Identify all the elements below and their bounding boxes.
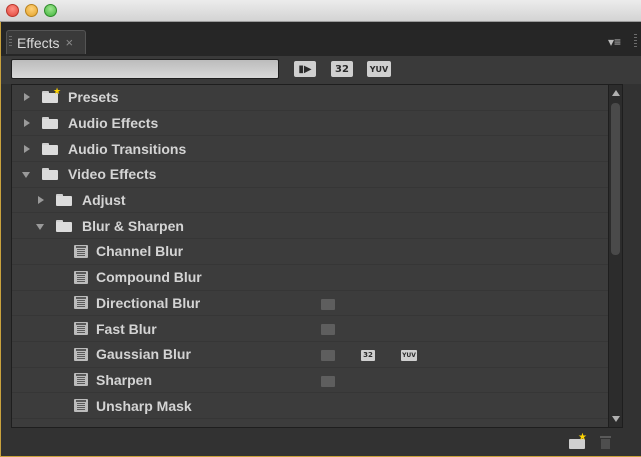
32bit-filter-button[interactable]: 32 (331, 61, 353, 77)
effect-label: Channel Blur (96, 243, 184, 260)
tree-item-blur-sharpen[interactable]: Blur & Sharpen (12, 213, 622, 240)
tree-item-label: Adjust (82, 192, 126, 209)
close-window-button[interactable] (6, 4, 19, 17)
scroll-down-icon[interactable] (612, 416, 620, 422)
tab-grip-icon[interactable] (9, 36, 12, 48)
scroll-up-icon[interactable] (612, 90, 620, 96)
trash-icon[interactable] (600, 436, 611, 449)
effect-label: Unsharp Mask (96, 397, 192, 414)
accelerated-indicator-icon (321, 298, 335, 310)
new-custom-bin-icon[interactable]: ★ (569, 432, 587, 449)
effect-icon (74, 347, 88, 361)
tab-close-icon[interactable]: × (66, 35, 74, 50)
effect-label: Directional Blur (96, 294, 201, 311)
scroll-thumb[interactable] (611, 103, 620, 255)
effect-item-fast-blur[interactable]: Fast Blur (12, 316, 622, 342)
expand-arrow-icon[interactable] (22, 92, 32, 102)
effect-label: Compound Blur (96, 269, 202, 286)
effect-label: Sharpen (96, 371, 153, 388)
accelerated-effects-filter-button[interactable]: ▮▶ (294, 61, 316, 77)
search-input[interactable] (11, 59, 279, 79)
tree-item-label: Video Effects (68, 166, 157, 183)
effect-icon (74, 322, 88, 336)
tab-label: Effects (17, 34, 60, 51)
panel-grip-icon[interactable] (634, 34, 637, 48)
effect-item-sharpen[interactable]: Sharpen (12, 368, 622, 394)
tree-item-audio-transitions[interactable]: Audio Transitions (12, 136, 622, 163)
effect-item-gaussian-blur[interactable]: Gaussian Blur 32 YUV (12, 342, 622, 368)
tab-effects[interactable]: Effects × (6, 30, 86, 54)
effect-item-directional-blur[interactable]: Directional Blur (12, 291, 622, 317)
effect-icon (74, 373, 88, 387)
accelerated-indicator-icon (321, 324, 335, 336)
tree-item-adjust[interactable]: Adjust (12, 188, 622, 214)
effect-icon (74, 244, 88, 258)
tree-item-label: Blur & Sharpen (82, 217, 184, 234)
panel-frame-left (0, 22, 1, 457)
effects-panel: Effects × ▾≡ ▮▶ 32 YUV ★ Presets Audio E… (0, 22, 641, 457)
presets-folder-icon: ★ (42, 87, 61, 104)
effect-icon (74, 296, 88, 310)
folder-icon (56, 194, 72, 207)
effect-item-compound-blur[interactable]: Compound Blur (12, 265, 622, 291)
yuv-indicator-icon: YUV (401, 349, 417, 361)
tree-item-presets[interactable]: ★ Presets (12, 85, 622, 111)
effect-icon (74, 270, 88, 284)
tree-item-label: Presets (68, 89, 119, 106)
effects-toolbar: ▮▶ 32 YUV (0, 56, 641, 84)
effect-item-unsharp-mask[interactable]: Unsharp Mask (12, 393, 622, 419)
folder-icon (42, 142, 58, 155)
minimize-window-button[interactable] (25, 4, 38, 17)
zoom-window-button[interactable] (44, 4, 57, 17)
expand-arrow-icon[interactable] (36, 195, 46, 205)
yuv-filter-button[interactable]: YUV (367, 61, 391, 77)
panel-bottombar: ★ (0, 428, 641, 457)
panel-menu-icon[interactable]: ▾≡ (608, 35, 621, 49)
tree-item-audio-effects[interactable]: Audio Effects (12, 111, 622, 137)
panel-tabbar: Effects × ▾≡ (0, 22, 641, 56)
folder-icon (56, 219, 72, 232)
effect-label: Gaussian Blur (96, 346, 191, 363)
window-titlebar (0, 0, 641, 22)
collapse-arrow-icon[interactable] (36, 221, 46, 231)
tree-item-video-effects[interactable]: Video Effects (12, 162, 622, 188)
effect-item-channel-blur[interactable]: Channel Blur (12, 239, 622, 265)
accelerated-indicator-icon (321, 375, 335, 387)
effects-tree: ★ Presets Audio Effects Audio Transition… (11, 84, 623, 428)
effect-icon (74, 399, 88, 413)
accelerated-indicator-icon (321, 349, 335, 361)
folder-icon (42, 117, 58, 130)
32bit-indicator-icon: 32 (361, 349, 375, 361)
folder-icon (42, 168, 58, 181)
vertical-scrollbar[interactable] (608, 85, 622, 427)
tree-item-label: Audio Transitions (68, 140, 187, 157)
expand-arrow-icon[interactable] (22, 144, 32, 154)
star-icon: ★ (53, 86, 62, 97)
expand-arrow-icon[interactable] (22, 118, 32, 128)
effect-label: Fast Blur (96, 320, 157, 337)
collapse-arrow-icon[interactable] (22, 169, 32, 179)
tree-item-label: Audio Effects (68, 115, 159, 132)
star-icon: ★ (578, 432, 587, 443)
